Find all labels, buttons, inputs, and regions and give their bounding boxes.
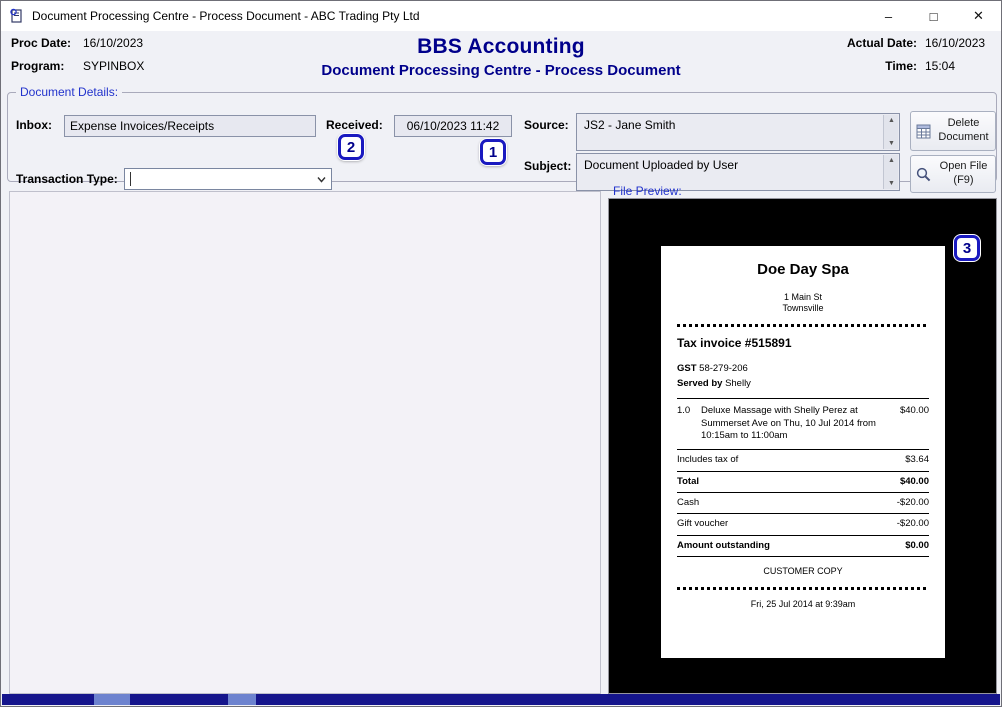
receipt-store-name: Doe Day Spa	[677, 260, 929, 280]
open-file-button[interactable]: Open File (F9)	[910, 155, 996, 193]
receipt-line-item: 1.0 Deluxe Massage with Shelly Perez at …	[677, 398, 929, 449]
annotation-step-3: 3	[954, 235, 980, 261]
close-button[interactable]: ✕	[956, 1, 1001, 31]
receipt-item-qty: 1.0	[677, 405, 701, 442]
bottom-strip	[2, 694, 1000, 705]
receipt-total-row: Total $40.00	[677, 471, 929, 492]
receipt-cash-amount: -$20.00	[897, 497, 929, 509]
receipt-served-by-line: Served by Shelly	[677, 378, 929, 390]
source-spin-up-icon[interactable]: ▲	[884, 114, 899, 127]
bottom-strip-segment	[228, 694, 256, 705]
text-caret	[130, 172, 131, 186]
subject-spin-up-icon[interactable]: ▲	[884, 154, 899, 167]
annotation-step-2: 2	[338, 134, 364, 160]
transaction-type-combobox[interactable]	[124, 168, 332, 190]
receipt-printed-at: Fri, 25 Jul 2014 at 9:39am	[677, 599, 929, 611]
file-preview-label: File Preview:	[613, 184, 682, 198]
delete-document-button-label: Delete Document	[936, 117, 991, 145]
open-file-button-label: Open File (F9)	[936, 160, 991, 188]
header: Proc Date: 16/10/2023 Program: SYPINBOX …	[1, 31, 1001, 89]
source-field[interactable]: JS2 - Jane Smith ▲ ▼	[576, 113, 900, 151]
receipt-served-by-label: Served by	[677, 378, 722, 389]
receipt-dashed-separator	[677, 324, 929, 327]
receipt-dashed-separator-bottom	[677, 587, 929, 590]
title-bar: Document Processing Centre - Process Doc…	[1, 1, 1001, 31]
receipt-gift-voucher-row: Gift voucher -$20.00	[677, 513, 929, 534]
receipt-tax-label: Includes tax of	[677, 454, 738, 466]
receipt-address-line2: Townsville	[677, 303, 929, 315]
app-window: Document Processing Centre - Process Doc…	[0, 0, 1002, 707]
receipt-gst-number: 58-279-206	[699, 363, 748, 374]
annotation-step-1: 1	[480, 139, 506, 165]
inbox-input[interactable]	[64, 115, 316, 137]
source-spin-down-icon[interactable]: ▼	[884, 137, 899, 150]
receipt-item-price: $40.00	[885, 405, 929, 442]
delete-document-icon	[915, 123, 932, 140]
receipt-invoice-number: Tax invoice #515891	[677, 336, 929, 352]
receipt-gift-voucher-amount: -$20.00	[897, 518, 929, 530]
receipt-served-by-value: Shelly	[725, 378, 751, 389]
receipt-item-description: Deluxe Massage with Shelly Perez at Summ…	[701, 405, 885, 442]
receipt-tax-amount: $3.64	[905, 454, 929, 466]
minimize-button[interactable]: –	[866, 1, 911, 31]
inbox-label: Inbox:	[16, 118, 52, 132]
subject-label: Subject:	[524, 159, 571, 173]
app-icon	[9, 8, 25, 24]
actual-date-label: Actual Date:	[847, 36, 917, 50]
receipt-outstanding-amount: $0.00	[905, 540, 929, 552]
subject-spin-down-icon[interactable]: ▼	[884, 177, 899, 190]
receipt-total-label: Total	[677, 476, 699, 488]
received-label: Received:	[326, 118, 383, 132]
receipt-cash-label: Cash	[677, 497, 699, 509]
source-label: Source:	[524, 118, 569, 132]
receipt-gst-label: GST	[677, 363, 697, 374]
receipt-preview: Doe Day Spa 1 Main St Townsville Tax inv…	[661, 246, 945, 658]
receipt-gst-line: GST 58-279-206	[677, 363, 929, 375]
document-details-legend: Document Details:	[16, 85, 122, 99]
window-controls: – □ ✕	[866, 1, 1001, 31]
transaction-type-label: Transaction Type:	[16, 172, 118, 186]
receipt-address-line1: 1 Main St	[677, 292, 929, 304]
maximize-button[interactable]: □	[911, 1, 956, 31]
receipt-tax-row: Includes tax of $3.64	[677, 449, 929, 470]
header-right: Actual Date: 16/10/2023 Time: 15:04	[847, 36, 991, 82]
time-label: Time:	[885, 59, 917, 73]
receipt-customer-copy: CUSTOMER COPY	[677, 566, 929, 578]
receipt-cash-row: Cash -$20.00	[677, 492, 929, 513]
time-value: 15:04	[925, 59, 991, 73]
receipt-total-amount: $40.00	[900, 476, 929, 488]
subject-value: Document Uploaded by User	[584, 158, 738, 172]
received-input[interactable]	[394, 115, 512, 137]
chevron-down-icon[interactable]	[316, 174, 327, 185]
magnifier-icon	[915, 166, 932, 183]
receipt-outstanding-row: Amount outstanding $0.00	[677, 535, 929, 557]
window-title: Document Processing Centre - Process Doc…	[32, 9, 420, 23]
actual-date-value: 16/10/2023	[925, 36, 991, 50]
document-details-group: Document Details: Inbox: Received: Sourc…	[7, 85, 997, 182]
delete-document-button[interactable]: Delete Document	[910, 111, 996, 151]
source-value: JS2 - Jane Smith	[584, 118, 675, 132]
bottom-strip-segment	[94, 694, 130, 705]
receipt-outstanding-label: Amount outstanding	[677, 540, 770, 552]
file-preview-panel: Doe Day Spa 1 Main St Townsville Tax inv…	[608, 198, 997, 694]
receipt-gift-voucher-label: Gift voucher	[677, 518, 728, 530]
document-entry-panel	[9, 191, 601, 694]
